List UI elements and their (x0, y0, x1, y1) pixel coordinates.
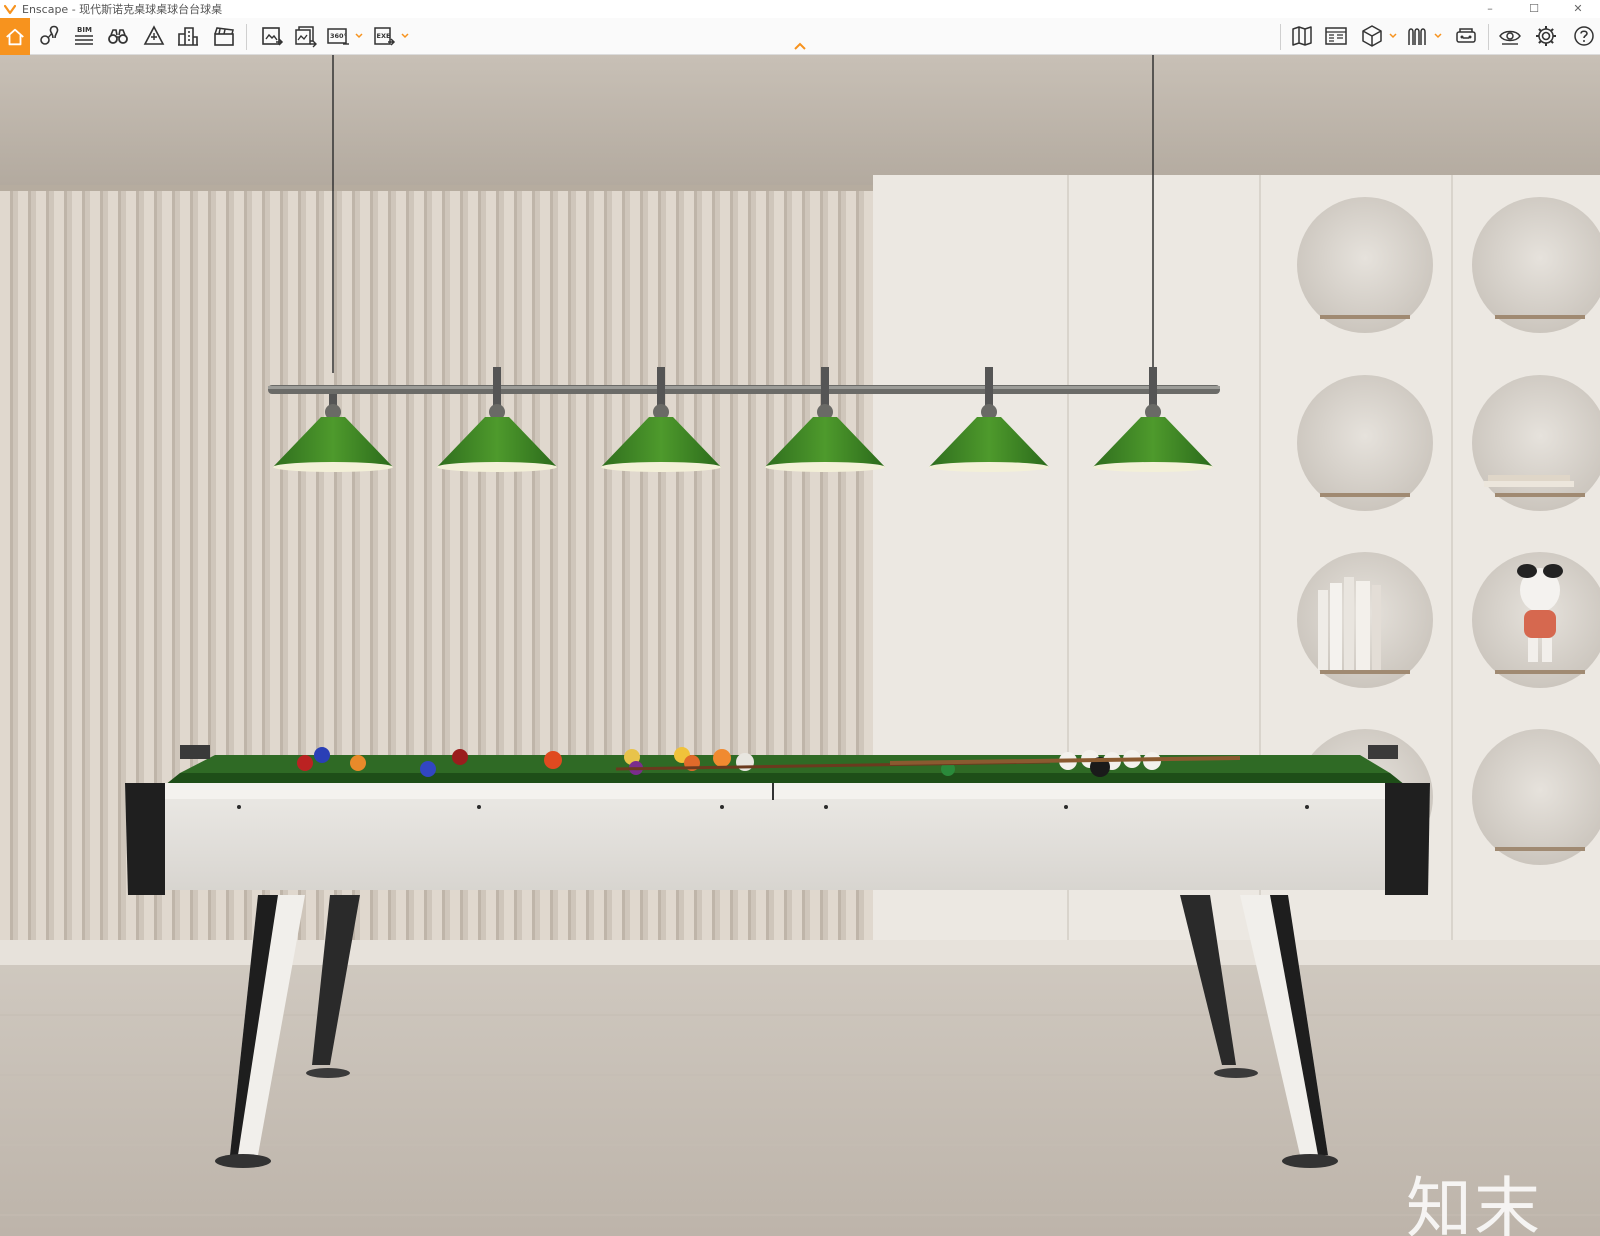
minimap-button[interactable] (1286, 21, 1318, 51)
screenshot-button[interactable] (256, 21, 288, 51)
views-button[interactable] (34, 21, 66, 51)
clapperboard-icon (214, 27, 234, 46)
exe-export-icon: EXE (374, 27, 396, 46)
minimize-button[interactable]: – (1468, 0, 1512, 18)
binoculars-icon (108, 29, 128, 44)
home-icon (6, 28, 24, 45)
chevron-down-icon[interactable] (401, 32, 409, 40)
enscape-logo-icon (4, 4, 16, 15)
window-title: Enscape - 现代斯诺克桌球桌球台台球桌 (22, 3, 223, 16)
maximize-button[interactable]: ☐ (1512, 0, 1556, 18)
buildings-button[interactable] (172, 21, 204, 51)
binoculars-button[interactable] (102, 21, 134, 51)
toolbar-separator (1488, 24, 1489, 50)
title-bar: Enscape - 现代斯诺克桌球桌球台台球桌 – ☐ ✕ (0, 0, 1600, 18)
chevron-down-icon[interactable] (1389, 32, 1397, 40)
export-exe-button[interactable]: EXE (368, 21, 400, 51)
vr-headset-icon (1456, 28, 1476, 43)
settings-button[interactable] (1530, 21, 1562, 51)
bim-label: BIM (77, 26, 92, 34)
info-panel-icon (1325, 27, 1347, 45)
map-icon (1292, 26, 1312, 46)
gear-icon (1536, 26, 1556, 46)
bim-icon: BIM (75, 26, 93, 45)
toolbar: BIM 360° EXE (0, 18, 1600, 55)
chevron-down-icon[interactable] (355, 32, 363, 40)
batch-export-icon (295, 26, 317, 48)
objects-button[interactable] (1356, 21, 1388, 51)
chevron-up-icon[interactable] (792, 40, 808, 52)
panorama-label: 360° (330, 32, 347, 40)
close-button[interactable]: ✕ (1556, 0, 1600, 18)
home-button[interactable] (0, 18, 30, 55)
panorama-360-icon: 360° (327, 28, 349, 45)
chevron-down-icon[interactable] (1434, 32, 1442, 40)
watermark-id: ID: 1128594128 (1362, 1231, 1596, 1236)
info-button[interactable] (1320, 21, 1352, 51)
render-viewport[interactable]: 知末 ID: 1128594128 (0, 55, 1600, 1236)
toolbar-separator (1280, 24, 1281, 50)
cube-icon (1362, 25, 1382, 47)
video-editor-button[interactable] (208, 21, 240, 51)
map-pin-icon (40, 25, 59, 45)
exe-label: EXE (377, 32, 391, 40)
scene-render-image (0, 55, 1600, 1236)
image-export-icon (262, 27, 284, 46)
vr-button[interactable] (1450, 21, 1482, 51)
help-button[interactable] (1568, 21, 1600, 51)
materials-button[interactable] (1402, 21, 1434, 51)
asset-library-button[interactable] (138, 21, 170, 51)
bim-button[interactable]: BIM (68, 21, 100, 51)
visibility-button[interactable] (1494, 21, 1526, 51)
eye-icon (1499, 30, 1521, 45)
toolbar-separator (246, 24, 247, 50)
batch-render-button[interactable] (290, 21, 322, 51)
help-icon (1574, 26, 1594, 46)
watermark-logo: 知末 (1406, 1170, 1542, 1236)
material-icon (1408, 28, 1426, 45)
asset-library-icon (143, 25, 165, 45)
panorama-button[interactable]: 360° (322, 21, 354, 51)
buildings-icon (178, 27, 198, 46)
